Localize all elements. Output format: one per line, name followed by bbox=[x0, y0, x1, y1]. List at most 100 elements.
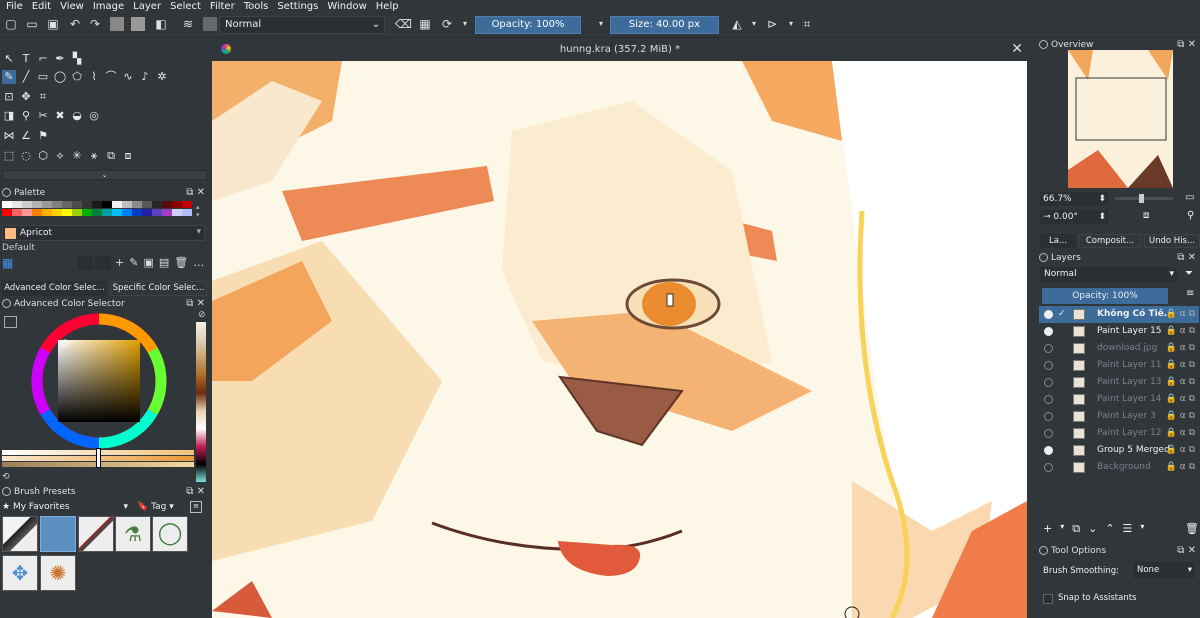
palette-swatch[interactable] bbox=[52, 209, 62, 216]
bezier-select-icon[interactable]: ⧉ bbox=[104, 149, 118, 163]
overview-thumbnail[interactable] bbox=[1068, 50, 1173, 188]
save-palette-icon[interactable]: ▣ bbox=[143, 256, 153, 269]
contiguous-select-icon[interactable]: ✳ bbox=[70, 149, 84, 163]
brush-presets-menu-icon[interactable]: ≡ bbox=[190, 501, 202, 513]
visibility-eye-icon[interactable] bbox=[1044, 310, 1053, 319]
color-wheel[interactable] bbox=[28, 310, 170, 452]
pattern-tool-icon[interactable]: ▚ bbox=[70, 52, 84, 66]
duplicate-layer-icon[interactable]: ⧉ bbox=[1072, 522, 1080, 536]
layer-row[interactable]: Group 5 Merged 🔒 α ⧉ bbox=[1039, 442, 1199, 459]
zoom-slider[interactable] bbox=[1115, 194, 1173, 203]
reload-dropdown-icon[interactable]: ▾ bbox=[458, 17, 472, 31]
tab-advanced-color-selector[interactable]: Advanced Color Selec... bbox=[2, 281, 107, 296]
palette-swatch[interactable] bbox=[2, 201, 12, 208]
color-picker-icon[interactable]: ⚲ bbox=[19, 109, 33, 123]
redo-icon[interactable]: ↷ bbox=[88, 17, 102, 31]
smart-patch-icon[interactable]: ✖ bbox=[53, 109, 67, 123]
palette-swatch[interactable] bbox=[62, 209, 72, 216]
tag-button[interactable]: 🔖 Tag ▾ bbox=[137, 500, 174, 514]
layer-menu-icon[interactable]: ≡ bbox=[1186, 288, 1194, 299]
mirror-vertical-icon[interactable]: ⊳ bbox=[765, 17, 779, 31]
text-tool-icon[interactable]: T bbox=[19, 52, 33, 66]
palette-swatch[interactable] bbox=[132, 201, 142, 208]
menu-select[interactable]: Select bbox=[170, 0, 201, 13]
polygon-select-icon[interactable]: ⬡ bbox=[36, 149, 50, 163]
palette-mode-button[interactable] bbox=[77, 256, 93, 270]
brush-preset-icon[interactable] bbox=[203, 17, 217, 31]
menu-image[interactable]: Image bbox=[93, 0, 124, 13]
palette-swatch[interactable] bbox=[162, 209, 172, 216]
layer-row[interactable]: ✓ Không Có Tiê... 🔒 α ⧉ bbox=[1039, 306, 1199, 323]
open-document-icon[interactable]: ▭ bbox=[25, 17, 39, 31]
polygon-tool-icon[interactable]: ⬠ bbox=[70, 70, 84, 84]
tab-specific-color-selector[interactable]: Specific Color Selec... bbox=[110, 281, 207, 296]
layer-opacity-slider[interactable]: Opacity: 100% bbox=[1042, 288, 1168, 304]
palette-swatch[interactable] bbox=[122, 209, 132, 216]
more-options-icon[interactable]: … bbox=[193, 256, 204, 269]
document-tab[interactable]: hunng.kra (357.2 MiB) * ✕ bbox=[209, 38, 1031, 61]
palette-swatch[interactable] bbox=[72, 201, 82, 208]
brush-preset-flask[interactable]: ⚗ bbox=[115, 516, 151, 552]
brush-preset-pen-selected[interactable] bbox=[40, 516, 76, 552]
move-layer-down-icon[interactable]: ⌄ bbox=[1088, 522, 1097, 536]
palette-swatch[interactable] bbox=[82, 201, 92, 208]
layer-lock-alpha-icons[interactable]: 🔒 α ⧉ bbox=[1166, 306, 1195, 323]
palette-swatch[interactable] bbox=[172, 209, 182, 216]
layer-blend-mode-select[interactable]: Normal ▾ bbox=[1040, 267, 1177, 282]
layer-lock-alpha-icons[interactable]: 🔒 α ⧉ bbox=[1166, 391, 1195, 408]
docker-float-close-icon[interactable]: ⧉ ✕ bbox=[186, 297, 205, 311]
menu-layer[interactable]: Layer bbox=[133, 0, 161, 13]
docker-float-close-icon[interactable]: ⧉ ✕ bbox=[186, 485, 205, 499]
new-document-icon[interactable]: ▢ bbox=[4, 17, 18, 31]
similar-select-icon[interactable]: ⚹ bbox=[87, 149, 101, 163]
visibility-eye-icon[interactable] bbox=[1044, 429, 1053, 438]
docker-float-close-icon[interactable]: ⧉ ✕ bbox=[186, 186, 205, 200]
palette-swatch[interactable] bbox=[42, 209, 52, 216]
palette-grid-icon[interactable]: ▦ bbox=[2, 256, 16, 270]
blend-mode-select[interactable]: Normal ⌄ bbox=[219, 16, 385, 34]
layer-row[interactable]: Paint Layer 13 🔒 α ⧉ bbox=[1039, 374, 1199, 391]
color-history-icon[interactable]: ⊘ bbox=[198, 310, 206, 320]
rectangle-tool-icon[interactable]: ▭ bbox=[36, 70, 50, 84]
palette-swatch[interactable] bbox=[22, 201, 32, 208]
palette-swatch[interactable] bbox=[102, 201, 112, 208]
zoom-field[interactable]: 66.7% ⬍ bbox=[1040, 192, 1108, 206]
menu-filter[interactable]: Filter bbox=[210, 0, 235, 13]
save-icon[interactable]: ▣ bbox=[46, 17, 60, 31]
polyline-tool-icon[interactable]: ⌇ bbox=[87, 70, 101, 84]
docker-float-close-icon[interactable]: ⧉ ✕ bbox=[1177, 251, 1196, 265]
pin-icon[interactable] bbox=[2, 188, 11, 197]
palette-swatch[interactable] bbox=[172, 201, 182, 208]
palette-swatch[interactable] bbox=[32, 201, 42, 208]
size-slider[interactable]: Size: 40.00 px bbox=[610, 16, 719, 34]
palette-swatch[interactable] bbox=[142, 209, 152, 216]
menu-settings[interactable]: Settings bbox=[277, 0, 318, 13]
layer-row[interactable]: Paint Layer 15 🔒 α ⧉ bbox=[1039, 323, 1199, 340]
refresh-icon[interactable]: ⟲ bbox=[2, 472, 10, 482]
pin-view-icon[interactable]: ⚲ bbox=[1187, 210, 1194, 221]
docker-float-close-icon[interactable]: ⧉ ✕ bbox=[1177, 544, 1196, 558]
brush-preset-texture[interactable]: ✺ bbox=[40, 555, 76, 591]
enclose-fill-icon[interactable]: ◎ bbox=[87, 109, 101, 123]
eraser-icon[interactable]: ⌫ bbox=[395, 17, 412, 31]
magnetic-select-icon[interactable]: ⧈ bbox=[121, 149, 135, 163]
ellipse-tool-icon[interactable]: ◯ bbox=[53, 70, 67, 84]
layer-row[interactable]: Paint Layer 11 🔒 α ⧉ bbox=[1039, 357, 1199, 374]
layer-lock-alpha-icons[interactable]: 🔒 α ⧉ bbox=[1166, 357, 1195, 374]
overview-screen-icon[interactable]: ▭ bbox=[1185, 192, 1194, 203]
freehand-select-icon[interactable]: ⟡ bbox=[53, 149, 67, 163]
rotation-field[interactable]: ⊸ 0.00° ⬍ bbox=[1040, 210, 1108, 224]
delete-swatch-icon[interactable]: 🗑 bbox=[174, 256, 188, 269]
reload-preset-icon[interactable]: ⟳ bbox=[440, 17, 454, 31]
layer-row[interactable]: Background 🔒 α ⧉ bbox=[1039, 459, 1199, 476]
palette-swatch[interactable] bbox=[152, 201, 162, 208]
palette-swatch[interactable] bbox=[72, 209, 82, 216]
menu-window[interactable]: Window bbox=[327, 0, 366, 13]
colorize-mask-icon[interactable]: ✂ bbox=[36, 109, 50, 123]
tab-compositions[interactable]: Composit... bbox=[1079, 234, 1141, 248]
palette-swatch[interactable] bbox=[92, 201, 102, 208]
layer-lock-alpha-icons[interactable]: 🔒 α ⧉ bbox=[1166, 374, 1195, 391]
select-shapes-icon[interactable]: ↖ bbox=[2, 52, 16, 66]
palette-swatch[interactable] bbox=[132, 209, 142, 216]
palette-swatch[interactable] bbox=[102, 209, 112, 216]
